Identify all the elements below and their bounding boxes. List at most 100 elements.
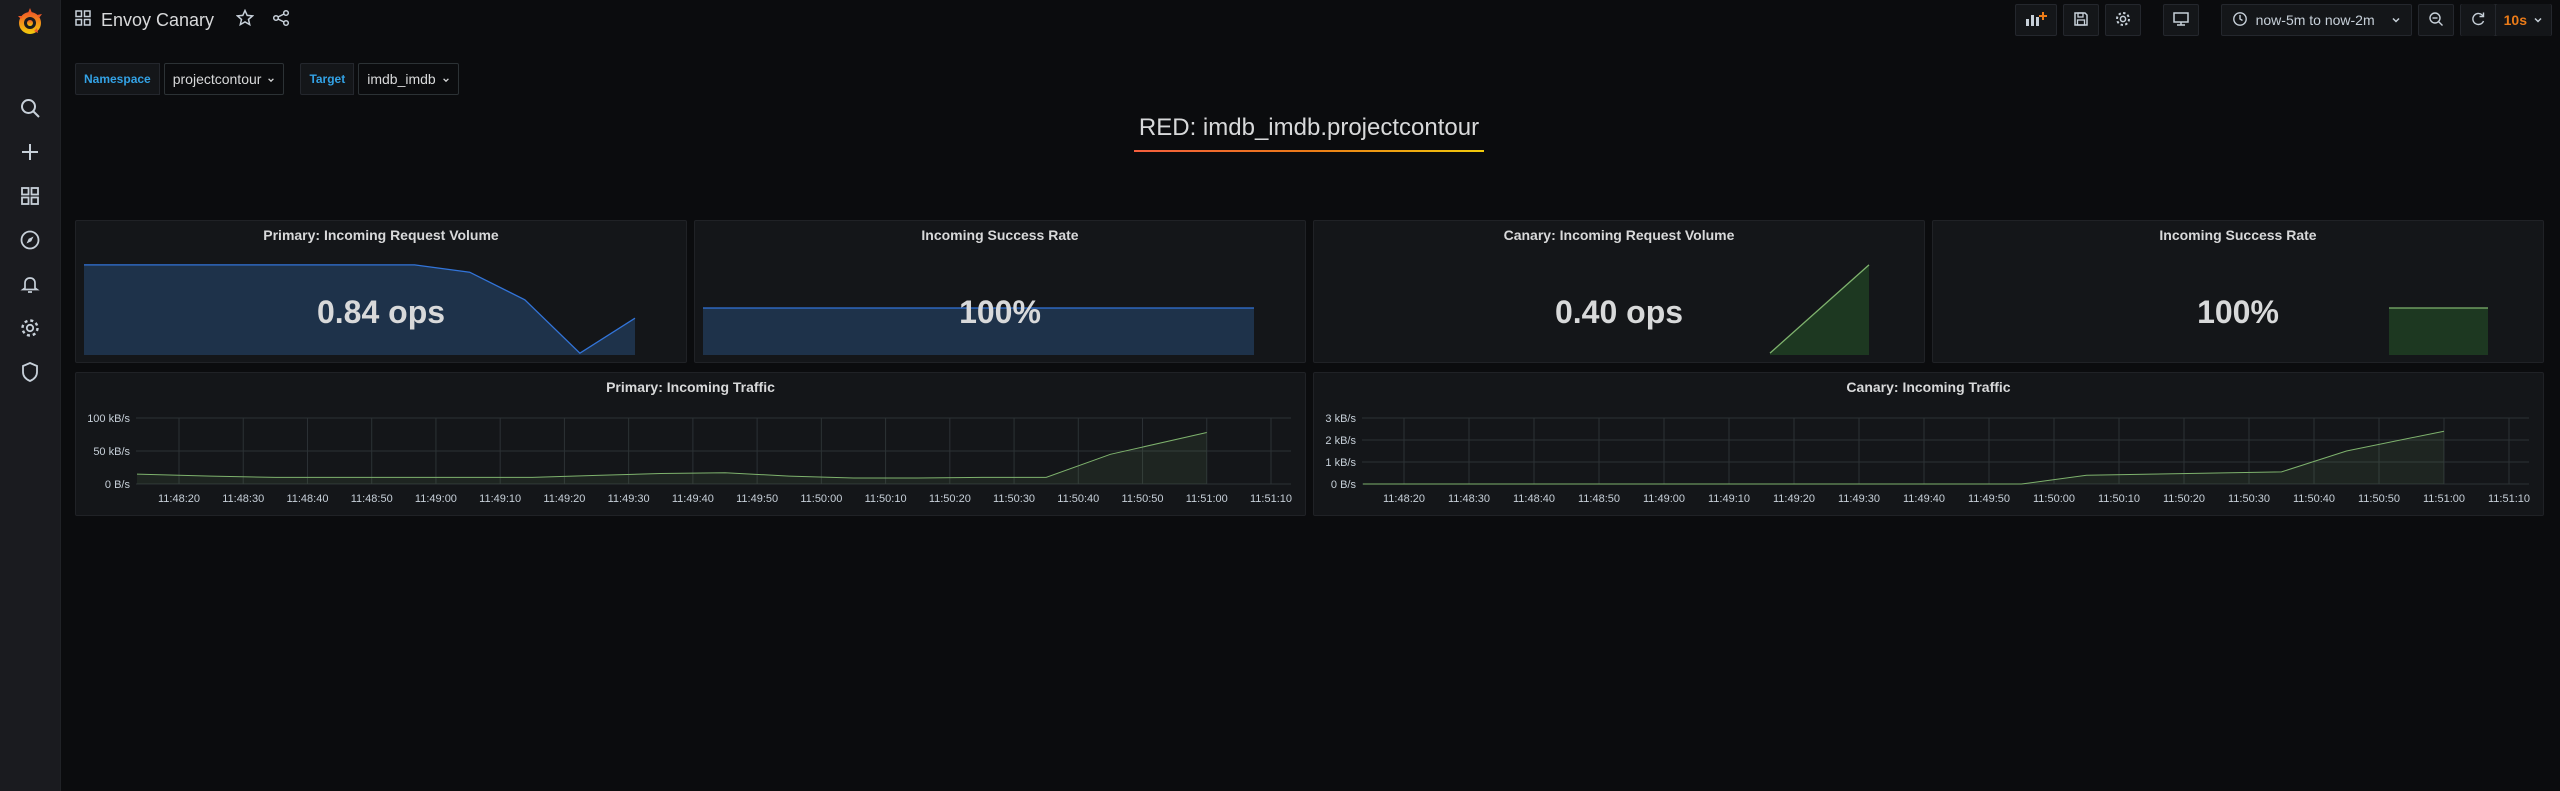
graph: 3 kB/s 2 kB/s 1 kB/s 0 B/s 11:48:20 11:48:30 1… xyxy=(1325,413,2530,505)
monitor-icon xyxy=(2172,11,2190,30)
y-tick-label: 100 kB/s xyxy=(87,413,130,425)
sparkline xyxy=(703,307,1254,355)
dashboard-title-area: Envoy Canary xyxy=(75,0,290,40)
x-tick-label: 11:50:40 xyxy=(2293,493,2335,505)
x-tick-label: 11:49:40 xyxy=(1903,493,1945,505)
x-tick-label: 11:50:50 xyxy=(1122,493,1164,505)
x-tick-label: 11:50:00 xyxy=(2033,493,2075,505)
panel-canary-request-volume[interactable]: Canary: Incoming Request Volume 0.40 ops xyxy=(1313,220,1925,363)
x-tick-label: 11:50:10 xyxy=(2098,493,2140,505)
x-tick-label: 11:49:20 xyxy=(1773,493,1815,505)
x-tick-label: 11:48:50 xyxy=(1578,493,1620,505)
x-tick-label: 11:48:40 xyxy=(286,493,328,505)
x-tick-label: 11:50:40 xyxy=(1057,493,1099,505)
add-panel-button[interactable] xyxy=(2014,4,2057,36)
settings-gear-icon xyxy=(2114,10,2132,31)
variable-value-target: imdb_imdb xyxy=(367,71,436,87)
variable-select-target[interactable]: imdb_imdb xyxy=(358,63,459,95)
series-line xyxy=(136,432,1207,479)
share-icon[interactable] xyxy=(272,9,290,32)
x-tick-label: 11:50:10 xyxy=(865,493,907,505)
stat-value: 100% xyxy=(2197,294,2279,330)
configuration-gear-icon[interactable] xyxy=(18,316,42,340)
series-area xyxy=(137,432,1207,484)
chevron-down-icon xyxy=(442,71,450,87)
dashboard-apps-icon[interactable] xyxy=(75,9,91,31)
panel-primary-success-rate[interactable]: Incoming Success Rate 100% xyxy=(694,220,1306,363)
variable-label-target: Target xyxy=(300,63,355,95)
refresh-button[interactable] xyxy=(2460,4,2495,36)
chevron-down-icon xyxy=(2533,12,2543,28)
x-tick-label: 11:49:10 xyxy=(479,493,521,505)
x-tick-label: 11:48:20 xyxy=(1383,493,1425,505)
chevron-down-icon xyxy=(267,71,275,87)
x-tick-label: 11:49:50 xyxy=(736,493,778,505)
refresh-interval-value: 10s xyxy=(2503,12,2527,28)
zoom-out-time-range-button[interactable] xyxy=(2417,4,2454,36)
y-tick-label: 50 kB/s xyxy=(93,446,130,458)
search-icon[interactable] xyxy=(18,96,42,120)
series-area xyxy=(1363,431,2444,484)
x-tick-label: 11:48:20 xyxy=(158,493,200,505)
dashboards-grid-icon[interactable] xyxy=(18,184,42,208)
time-range-picker[interactable]: now-5m to now-2m xyxy=(2220,4,2412,36)
stat-value: 0.40 ops xyxy=(1554,294,1684,330)
cycle-view-mode-button[interactable] xyxy=(2162,4,2199,36)
y-tick-label: 2 kB/s xyxy=(1325,435,1356,447)
sparkline xyxy=(84,264,636,355)
panel-primary-incoming-traffic[interactable]: Primary: Incoming Traffic 100 kB/s 50 kB/… xyxy=(75,372,1306,516)
top-navbar: Envoy Canary now-5m to now-2m 10s xyxy=(60,0,2560,40)
x-tick-label: 11:49:50 xyxy=(1968,493,2010,505)
y-tick-label: 3 kB/s xyxy=(1325,413,1356,425)
dashboard-title[interactable]: Envoy Canary xyxy=(101,10,214,31)
x-tick-label: 11:51:00 xyxy=(1186,493,1228,505)
panel-primary-request-volume[interactable]: Primary: Incoming Request Volume 0.84 op… xyxy=(75,220,687,363)
x-tick-label: 11:48:40 xyxy=(1513,493,1555,505)
chevron-down-icon xyxy=(2391,12,2401,28)
x-tick-label: 11:51:10 xyxy=(2488,493,2530,505)
alerting-bell-icon[interactable] xyxy=(18,272,42,296)
variable-select-namespace[interactable]: projectcontour xyxy=(163,63,285,95)
side-menu xyxy=(0,0,61,791)
sparkline xyxy=(1769,264,1870,355)
save-dashboard-button[interactable] xyxy=(2062,4,2099,36)
panel-canary-success-rate[interactable]: Incoming Success Rate 100% xyxy=(1932,220,2544,363)
variable-label-namespace: Namespace xyxy=(75,63,160,95)
template-variables: Namespace projectcontour Target imdb_imd… xyxy=(75,63,459,95)
add-panel-icon xyxy=(2025,11,2047,30)
stat-value: 100% xyxy=(959,294,1041,330)
x-tick-label: 11:50:00 xyxy=(800,493,842,505)
grafana-logo-icon[interactable] xyxy=(14,6,46,38)
x-tick-label: 11:50:30 xyxy=(993,493,1035,505)
sparkline xyxy=(2389,307,2488,355)
zoom-out-icon xyxy=(2428,11,2444,30)
x-tick-label: 11:51:10 xyxy=(1250,493,1292,505)
x-tick-label: 11:48:30 xyxy=(222,493,264,505)
x-tick-label: 11:49:30 xyxy=(608,493,650,505)
x-tick-label: 11:49:00 xyxy=(1643,493,1685,505)
x-tick-label: 11:50:20 xyxy=(2163,493,2205,505)
clock-icon xyxy=(2232,11,2248,30)
graph: 100 kB/s 50 kB/s 0 B/s 11:48:20 11:48:30 11:4… xyxy=(87,413,1292,505)
refresh-picker: 10s xyxy=(2459,4,2552,36)
time-range-value: now-5m to now-2m xyxy=(2255,12,2375,28)
plus-icon[interactable] xyxy=(18,140,42,164)
dashboard-settings-button[interactable] xyxy=(2104,4,2141,36)
header-underline xyxy=(1134,150,1484,152)
star-icon[interactable] xyxy=(235,8,255,32)
x-tick-label: 11:48:30 xyxy=(1448,493,1490,505)
x-tick-label: 11:48:50 xyxy=(351,493,393,505)
variable-value-namespace: projectcontour xyxy=(172,71,262,87)
x-tick-label: 11:51:00 xyxy=(2423,493,2465,505)
x-tick-label: 11:50:30 xyxy=(2228,493,2270,505)
x-tick-label: 11:50:20 xyxy=(929,493,971,505)
x-tick-label: 11:49:00 xyxy=(415,493,457,505)
x-tick-label: 11:49:10 xyxy=(1708,493,1750,505)
x-tick-label: 11:49:20 xyxy=(543,493,585,505)
panel-canary-incoming-traffic[interactable]: Canary: Incoming Traffic 3 kB/s 2 kB/s 1 k… xyxy=(1313,372,2544,516)
red-header-text: RED: imdb_imdb.projectcontour xyxy=(1138,114,1480,141)
explore-compass-icon[interactable] xyxy=(18,228,42,252)
server-admin-shield-icon[interactable] xyxy=(18,360,42,384)
refresh-interval-dropdown[interactable]: 10s xyxy=(2495,4,2551,36)
dashboard-toolbar: now-5m to now-2m 10s xyxy=(2014,4,2552,36)
